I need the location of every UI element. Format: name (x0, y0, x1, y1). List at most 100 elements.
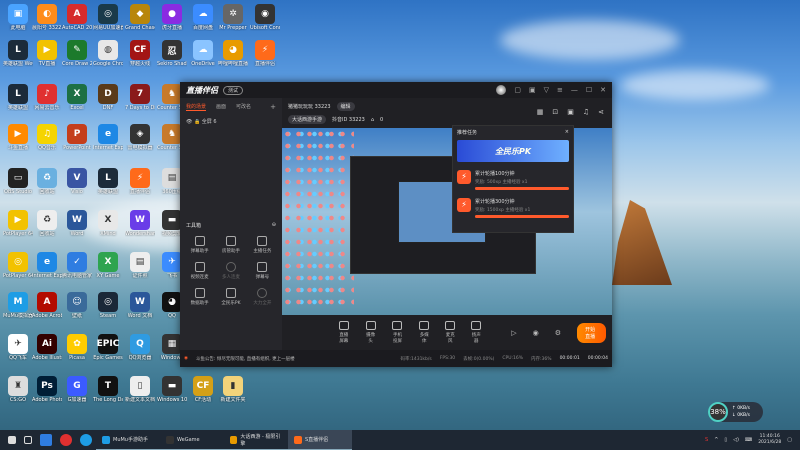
desktop-icon[interactable]: W Word (62, 210, 92, 237)
add-scene-button[interactable]: + (270, 103, 276, 111)
desktop-icon[interactable]: ⚡ 直播伴侣 (250, 40, 280, 67)
clock-date[interactable]: 2021/6/28 (758, 440, 781, 446)
lock-icon[interactable]: ⊡ (552, 108, 558, 116)
desktop-icon[interactable]: ✲ Mr Prepper (218, 4, 248, 31)
calendar-icon[interactable]: ▦ (537, 108, 544, 116)
desktop-icon[interactable]: ◉Ubisoft Connect (250, 4, 280, 31)
desktop-icon[interactable]: CF CF活动 (188, 376, 218, 403)
bell-icon[interactable]: ♫ (583, 108, 589, 116)
desktop-icon[interactable]: 77 Days to Die (125, 84, 155, 111)
close-icon[interactable]: × (565, 129, 569, 136)
desktop-icon[interactable]: AAdobe Acrobat DC (32, 292, 62, 319)
desktop-icon[interactable]: ♻ 回收站 (32, 168, 62, 195)
desktop-icon[interactable]: EPIC Epic Games (93, 334, 123, 361)
source-button-5[interactable]: 扬声器 (471, 321, 482, 344)
desktop-icon[interactable]: ✿ Picasa (62, 334, 92, 361)
lock-icon[interactable]: 🔒 (194, 119, 200, 125)
desktop-icon[interactable]: ◍Google Chrome (93, 40, 123, 67)
gift-icon[interactable]: ▽ (544, 86, 549, 94)
desktop-icon[interactable]: ▯ 新建文本文档 (125, 376, 155, 403)
desktop-icon[interactable]: ▬ Windows 10 (157, 376, 187, 403)
close-icon[interactable]: ✕ (600, 86, 606, 94)
notification-icon[interactable]: ▢ (787, 437, 792, 443)
desktop-icon[interactable]: ◐ 晨阳号 33223 (32, 4, 62, 31)
category-selector[interactable]: 大话西游手游 (288, 115, 327, 124)
desktop-icon[interactable]: ◎ 网易UU加速器 (93, 4, 123, 31)
desktop-icon[interactable]: D DNF (93, 84, 123, 111)
desktop-icon[interactable]: L 英雄联盟 (93, 168, 123, 195)
taskbar-app[interactable]: 大话西游 - 极限引擎 (224, 430, 288, 450)
desktop-icon[interactable]: ♪ 网易云音乐 (32, 84, 62, 111)
desktop-icon[interactable]: M MuMu模拟器 (3, 292, 33, 319)
desktop-icon[interactable]: L英雄联盟 WeGame版 (3, 40, 33, 67)
tray-app-icon[interactable]: S (705, 437, 708, 443)
desktop-icon[interactable]: TThe Long Dark (93, 376, 123, 403)
desktop-icon[interactable]: ♜ CS:GO (3, 376, 33, 403)
desktop-icon[interactable]: ♫ QQ音乐 (32, 124, 62, 151)
tool-2[interactable]: 主播任务 (247, 236, 278, 254)
version-badge[interactable]: 测试 (223, 85, 244, 95)
desktop-icon[interactable]: W Wondershare (125, 210, 155, 237)
desktop-icon[interactable]: eInternet Explorer (32, 252, 62, 279)
desktop-icon[interactable]: AiAdobe Illustrator (32, 334, 62, 361)
desktop-icon[interactable]: ✓ 腾讯电脑管家 (62, 252, 92, 279)
desktop-icon[interactable]: ✎Core Draw 2019 (62, 40, 92, 67)
desktop-icon[interactable]: ▣ 此电脑 (3, 4, 33, 31)
task-view-icon[interactable] (24, 436, 32, 444)
desktop-icon[interactable]: X Excel (62, 84, 92, 111)
preview-icon[interactable]: ◉ (533, 329, 539, 337)
message-icon[interactable]: ▢ (514, 86, 521, 94)
desktop-icon[interactable]: PsAdobe Photoshop (32, 376, 62, 403)
desktop-icon[interactable]: ✈ QQ飞车 (3, 334, 33, 361)
tool-1[interactable]: 房管助手 (215, 236, 246, 254)
share-icon[interactable]: ⋖ (598, 108, 604, 116)
edit-badge[interactable]: 编辑 (336, 102, 355, 111)
desktop-icon[interactable]: X XY Game (93, 252, 123, 279)
pinned-app-icon[interactable] (40, 434, 52, 446)
desktop-icon[interactable]: ◆ Grand Chase (125, 4, 155, 31)
desktop-icon[interactable]: ▶ 斗鱼直播 (3, 124, 33, 151)
desktop-icon[interactable]: eInternet Explorer (93, 124, 123, 151)
maximize-icon[interactable]: ☐ (586, 86, 592, 94)
tool-3[interactable]: 视频连麦 (184, 262, 215, 280)
show-hidden-icons[interactable]: ^ (714, 437, 718, 443)
desktop-icon[interactable]: ◎ PotPlayer 64 (3, 252, 33, 279)
task-item[interactable]: ⚡ 累计轮播100分钟 奖励: 500xp 主播经验 x1 (457, 170, 569, 190)
source-button-3[interactable]: 多媒体 (419, 321, 430, 344)
desktop-icon[interactable]: ▤ 证件照 (125, 252, 155, 279)
desktop-icon[interactable]: ▶ TV直播 (32, 40, 62, 67)
settings-icon[interactable]: ⚙ (555, 329, 561, 337)
desktop-icon[interactable]: ☁ OneDrive (188, 40, 218, 67)
start-icon[interactable] (8, 436, 16, 444)
desktop-icon[interactable]: G G加速器 (62, 376, 92, 403)
start-live-button[interactable]: 开始直播 (577, 322, 606, 343)
desktop-icon[interactable]: ▮ 新建文件夹 (218, 376, 248, 403)
tab-screen[interactable]: 画面 (216, 103, 226, 111)
layout-icon[interactable]: ▣ (567, 108, 574, 116)
desktop-icon[interactable]: ◎ Steam (93, 292, 123, 319)
menu-icon[interactable]: ≡ (557, 86, 563, 94)
source-button-0[interactable]: 直播屏幕 (338, 321, 350, 344)
tool-7[interactable]: 全民乐PK (215, 288, 246, 306)
pk-banner[interactable]: 全民乐PK (457, 140, 569, 162)
tab-rename[interactable]: 可改名 (236, 103, 251, 111)
desktop-icon[interactable]: 忍Sekiro Shadows (157, 40, 187, 67)
desktop-icon[interactable]: ☁ 百度网盘 (188, 4, 218, 31)
desktop-icon[interactable]: ◈ 雷电模拟器 (125, 124, 155, 151)
volume-icon[interactable]: ◁) (733, 437, 739, 443)
tool-6[interactable]: 数据助手 (184, 288, 215, 306)
desktop-icon[interactable]: ⚡ 直播伴侣 (125, 168, 155, 195)
desktop-icon[interactable]: V Visio (62, 168, 92, 195)
desktop-icon[interactable]: ☺ 壁纸 (62, 292, 92, 319)
collapse-icon[interactable]: ⊖ (272, 222, 276, 229)
desktop-icon[interactable]: AAutoCAD 2020 (62, 4, 92, 31)
desktop-icon[interactable]: ♻ 回收站 (32, 210, 62, 237)
desktop-icon[interactable]: Q QQ浏览器 (125, 334, 155, 361)
tool-5[interactable]: 弹幕号 (247, 262, 278, 280)
taskbar-app[interactable]: S直播伴侣 (288, 430, 352, 450)
task-item[interactable]: ⚡ 累计轮播300分钟 奖励: 1500xp 主播经验 x1 (457, 198, 569, 218)
tool-0[interactable]: 弹幕助手 (184, 236, 215, 254)
avatar[interactable] (496, 85, 507, 95)
desktop-icon[interactable]: ● 虎牙直播 (157, 4, 187, 31)
desktop-icon[interactable]: ◕ 哔哩哔哩直播 (218, 40, 248, 67)
